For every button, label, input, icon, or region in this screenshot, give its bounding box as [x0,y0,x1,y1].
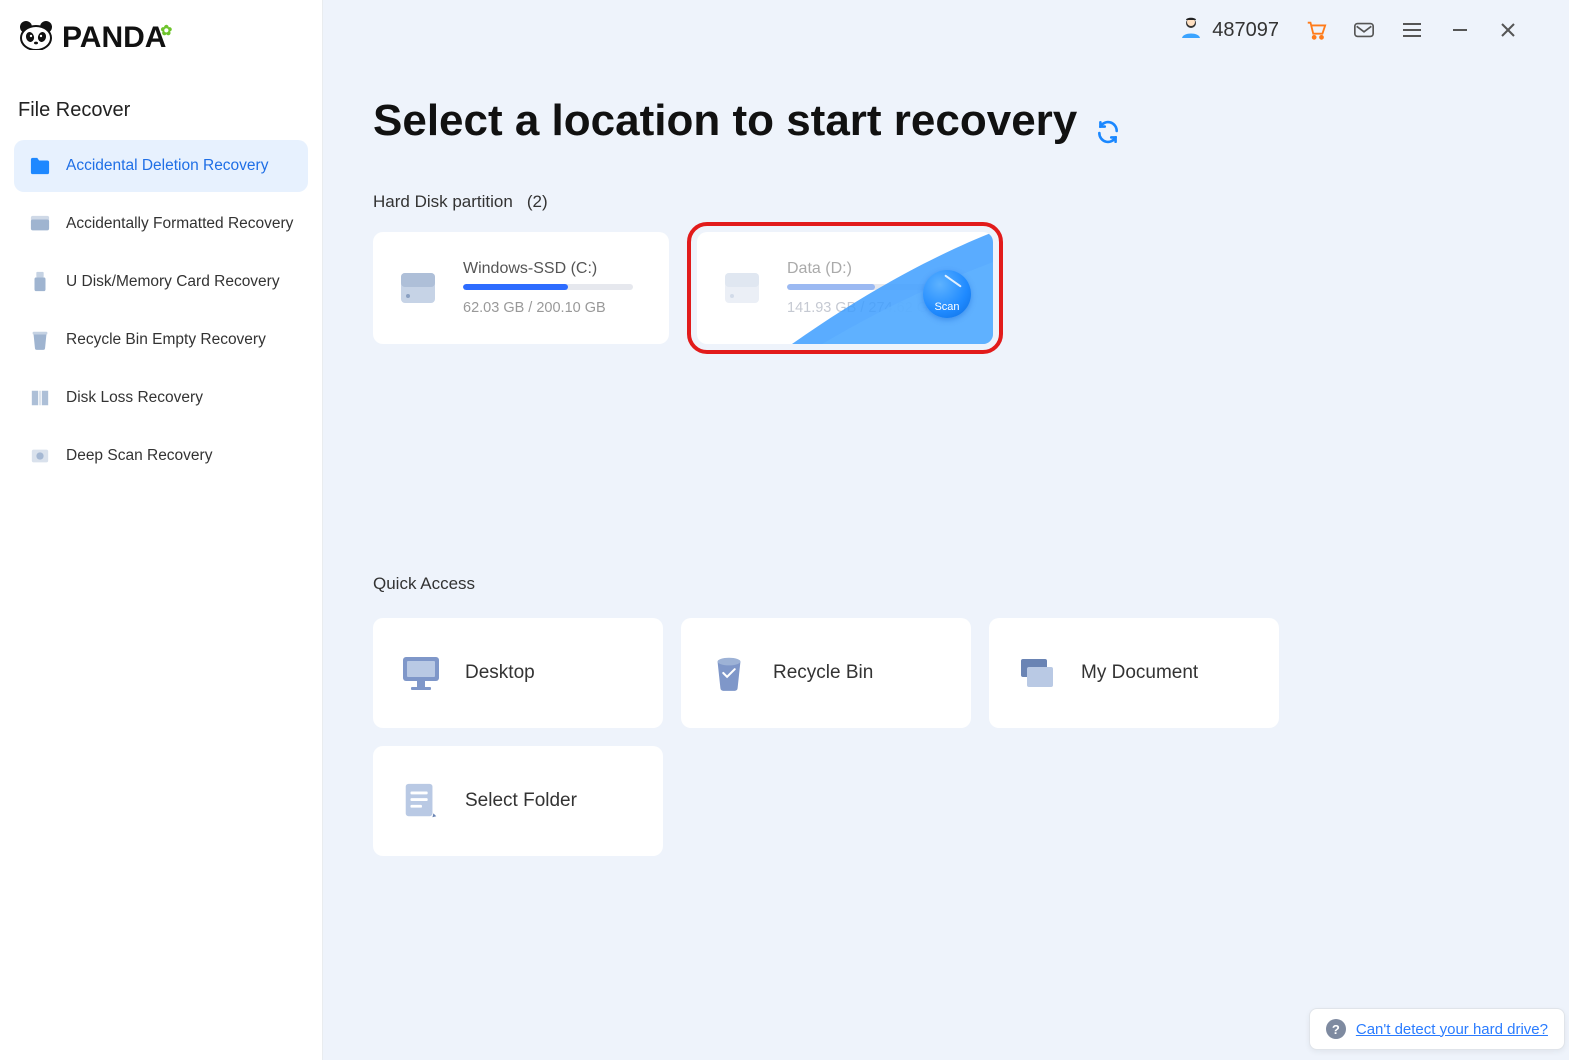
sidebar-item-label: Deep Scan Recovery [66,447,212,465]
sidebar-nav: Accidental Deletion Recovery Accidentall… [14,140,308,482]
desktop-icon [399,651,443,695]
note-edit-icon [399,779,443,823]
avatar-icon [1178,14,1204,46]
hdd-icon [393,263,443,313]
help-bubble[interactable]: ? Can't detect your hard drive? [1309,1008,1565,1050]
main-panel: 487097 Select a location to start recove… [323,0,1569,1060]
usage-bar [463,284,633,290]
hd-section-label: Hard Disk partition [373,192,513,212]
sidebar: PANDA✿ File Recover Accidental Deletion … [0,0,323,1060]
sidebar-item-accidental-deletion[interactable]: Accidental Deletion Recovery [14,140,308,192]
quick-access-title: Quick Access [373,574,1519,594]
quick-access-label: Recycle Bin [773,662,873,684]
cart-icon[interactable] [1305,19,1327,41]
help-link[interactable]: Can't detect your hard drive? [1356,1021,1548,1038]
quick-access-select-folder[interactable]: Select Folder [373,746,663,856]
menu-icon[interactable] [1401,19,1423,41]
sidebar-item-usb[interactable]: U Disk/Memory Card Recovery [14,256,308,308]
sidebar-item-label: Accidentally Formatted Recovery [66,215,293,233]
sidebar-item-label: Accidental Deletion Recovery [66,157,268,175]
scan-icon [28,444,52,468]
sidebar-item-label: Recycle Bin Empty Recovery [66,331,266,349]
hd-count: (2) [527,192,548,212]
minimize-icon[interactable] [1449,19,1471,41]
trash-icon [28,328,52,352]
trash-icon [707,651,751,695]
user-id: 487097 [1212,19,1279,42]
quick-access-label: Desktop [465,662,535,684]
sidebar-item-deepscan[interactable]: Deep Scan Recovery [14,430,308,482]
partition-card-c[interactable]: Windows-SSD (C:) 62.03 GB / 200.10 GB [373,232,669,344]
refresh-icon[interactable] [1095,106,1125,136]
close-icon[interactable] [1497,19,1519,41]
sidebar-item-formatted[interactable]: Accidentally Formatted Recovery [14,198,308,250]
quick-access-label: Select Folder [465,790,577,812]
sidebar-item-label: Disk Loss Recovery [66,389,203,407]
sidebar-item-diskloss[interactable]: Disk Loss Recovery [14,372,308,424]
quick-access-grid: Desktop Recycle Bin My Document Select F… [373,618,1519,856]
quick-access-label: My Document [1081,662,1198,684]
drive-icon [28,212,52,236]
hdd-icon [717,263,767,313]
usage-bar-fill [787,284,875,290]
quick-access-documents[interactable]: My Document [989,618,1279,728]
scan-button-label: Scan [934,301,959,313]
partition-info: Windows-SSD (C:) 62.03 GB / 200.10 GB [463,260,649,316]
user-badge[interactable]: 487097 [1178,14,1279,46]
partition-name: Windows-SSD (C:) [463,260,649,278]
sidebar-item-recyclebin[interactable]: Recycle Bin Empty Recovery [14,314,308,366]
usb-icon [28,270,52,294]
brand-logo: PANDA✿ [14,18,308,69]
sidebar-item-label: U Disk/Memory Card Recovery [66,273,280,291]
partition-usage: 62.03 GB / 200.10 GB [463,300,649,316]
app-window: PANDA✿ File Recover Accidental Deletion … [0,0,1569,1060]
sidebar-section-title: File Recover [14,69,308,140]
folder-icon [28,154,52,178]
book-icon [28,386,52,410]
usage-bar-fill [463,284,568,290]
partition-card-d[interactable]: Data (D:) 141.93 GB / 274.62 GB Scan [697,232,993,344]
topbar: 487097 [373,0,1519,60]
help-icon: ? [1326,1019,1346,1039]
page-title-text: Select a location to start recovery [373,96,1077,146]
hd-section-header: Hard Disk partition (2) [373,192,1519,212]
page-title: Select a location to start recovery [373,96,1519,146]
folder-stack-icon [1015,651,1059,695]
mail-icon[interactable] [1353,19,1375,41]
partitions-row: Windows-SSD (C:) 62.03 GB / 200.10 GB Da… [373,232,1519,344]
panda-face-icon [18,20,54,55]
quick-access-recyclebin[interactable]: Recycle Bin [681,618,971,728]
brand-text: PANDA✿ [62,21,178,55]
quick-access-desktop[interactable]: Desktop [373,618,663,728]
scan-button[interactable]: Scan [923,270,971,318]
